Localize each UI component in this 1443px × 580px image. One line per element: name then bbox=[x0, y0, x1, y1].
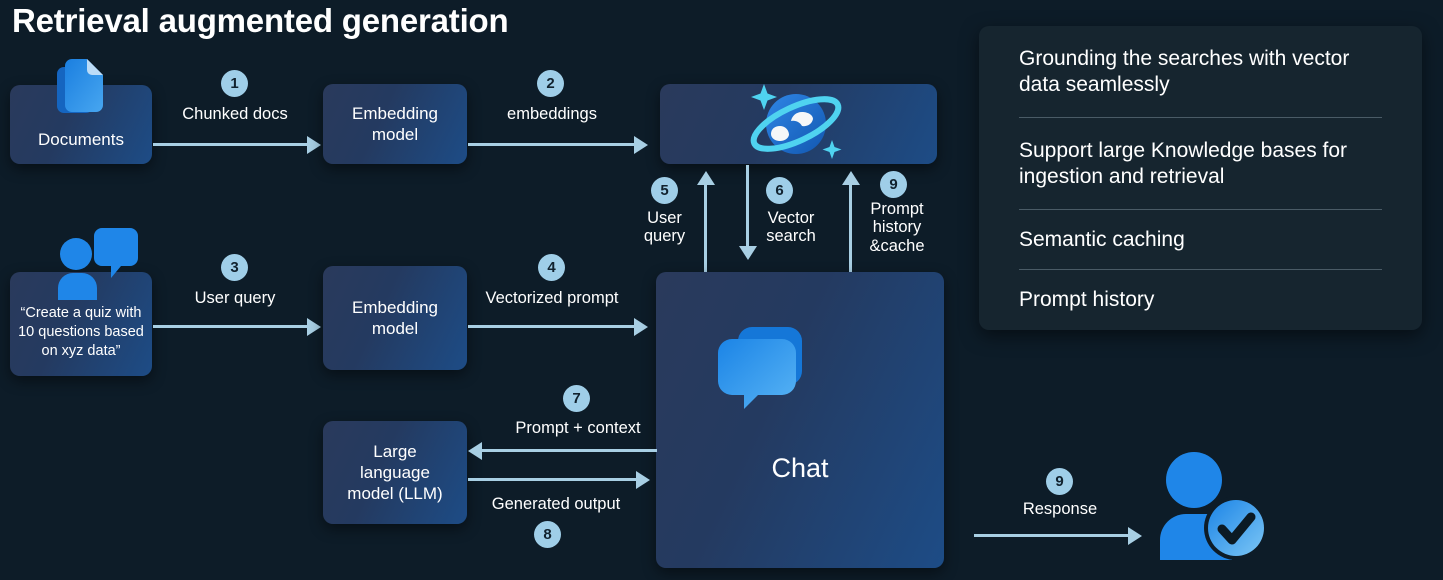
arrow-2-line bbox=[468, 143, 636, 146]
feature-row: Prompt history bbox=[1019, 270, 1382, 330]
flow-badge-7: 7 bbox=[563, 385, 590, 412]
arrow-8-head bbox=[636, 470, 650, 489]
flow-badge-4: 4 bbox=[538, 254, 565, 281]
arrow-1-line bbox=[153, 143, 309, 146]
arrow-9a-head bbox=[842, 171, 860, 185]
arrow-5-head bbox=[697, 171, 715, 185]
flow-label-4: Vectorized prompt bbox=[485, 289, 619, 307]
node-embedding-model-2[interactable]: Embedding model bbox=[323, 266, 467, 370]
flow-badge-6: 6 bbox=[766, 177, 793, 204]
node-llm-label: Large language model (LLM) bbox=[347, 441, 443, 504]
flow-label-9b: Response bbox=[1022, 500, 1098, 518]
arrow-2-head bbox=[634, 135, 648, 154]
flow-label-7: Prompt + context bbox=[515, 419, 641, 437]
flow-badge-5: 5 bbox=[651, 177, 678, 204]
features-panel: Grounding the searches with vector data … bbox=[979, 26, 1422, 330]
flow-badge-9b: 9 bbox=[1046, 468, 1073, 495]
arrow-6-head bbox=[739, 246, 757, 260]
arrow-9a-line bbox=[849, 183, 852, 277]
flow-label-6: Vector search bbox=[766, 209, 816, 246]
feature-text: Prompt history bbox=[1019, 288, 1155, 312]
arrow-response-line bbox=[974, 534, 1130, 537]
arrow-response-head bbox=[1128, 526, 1142, 545]
node-llm[interactable]: Large language model (LLM) bbox=[323, 421, 467, 524]
feature-row: Semantic caching bbox=[1019, 210, 1382, 270]
chat-bubbles-icon bbox=[716, 325, 812, 417]
arrow-8-line bbox=[468, 478, 638, 481]
node-embedding-model-1-label: Embedding model bbox=[351, 103, 438, 144]
feature-text: Support large Knowledge bases for ingest… bbox=[1019, 138, 1348, 188]
node-documents-label: Documents bbox=[38, 129, 124, 149]
arrow-5-line bbox=[704, 183, 707, 277]
user-verified-icon bbox=[1148, 452, 1272, 562]
flow-label-9a: Prompt history &cache bbox=[869, 200, 925, 255]
node-embedding-model-1[interactable]: Embedding model bbox=[323, 84, 467, 164]
flow-badge-2: 2 bbox=[537, 70, 564, 97]
feature-text: Grounding the searches with vector data … bbox=[1019, 46, 1350, 96]
flow-label-2: embeddings bbox=[507, 105, 597, 123]
node-chat-label: Chat bbox=[771, 453, 829, 483]
arrow-4-head bbox=[634, 317, 648, 336]
arrow-7-line bbox=[482, 449, 657, 452]
arrow-3-head bbox=[307, 317, 321, 336]
arrow-3-line bbox=[153, 325, 309, 328]
arrow-6-line bbox=[746, 165, 749, 249]
flow-label-8: Generated output bbox=[491, 495, 621, 513]
feature-row: Support large Knowledge bases for ingest… bbox=[1019, 118, 1382, 210]
flow-label-3: User query bbox=[194, 289, 276, 307]
feature-text: Semantic caching bbox=[1019, 227, 1185, 251]
flow-label-5: User query bbox=[643, 209, 686, 246]
node-user-prompt-label: “Create a quiz with 10 questions based o… bbox=[18, 305, 144, 359]
page-title: Retrieval augmented generation bbox=[12, 2, 509, 39]
feature-row: Grounding the searches with vector data … bbox=[1019, 26, 1382, 118]
documents-icon bbox=[55, 53, 119, 125]
flow-badge-9a: 9 bbox=[880, 171, 907, 198]
user-chat-icon bbox=[48, 226, 140, 300]
cosmos-planet-icon bbox=[740, 78, 850, 170]
arrow-1-head bbox=[307, 135, 321, 154]
flow-badge-1: 1 bbox=[221, 70, 248, 97]
flow-label-1: Chunked docs bbox=[182, 105, 288, 123]
flow-badge-8: 8 bbox=[534, 521, 561, 548]
diagram-canvas: Retrieval augmented generation Documents… bbox=[0, 0, 1443, 580]
arrow-7-head bbox=[468, 441, 482, 460]
node-chat[interactable]: Chat bbox=[656, 272, 944, 568]
flow-badge-3: 3 bbox=[221, 254, 248, 281]
node-embedding-model-2-label: Embedding model bbox=[351, 297, 438, 338]
arrow-4-line bbox=[468, 325, 636, 328]
